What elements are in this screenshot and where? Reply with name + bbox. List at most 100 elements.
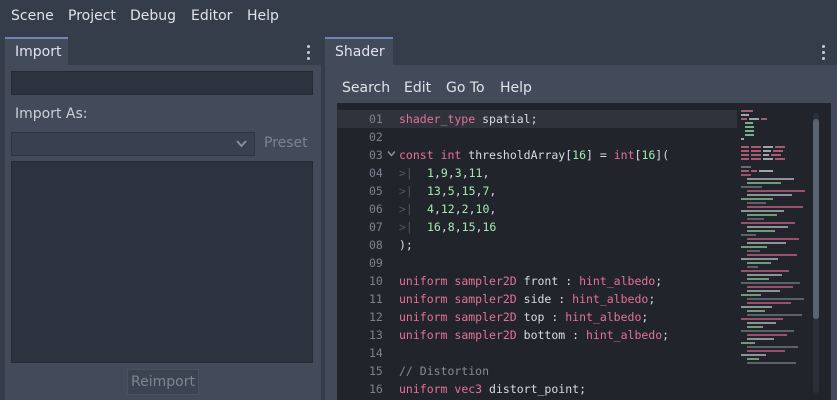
minimap-line <box>747 254 797 256</box>
code-text: 13,5,15,7, <box>427 184 497 198</box>
minimap-line <box>747 286 793 288</box>
shader-menu-goto[interactable]: Go To <box>446 80 485 96</box>
code-editor[interactable]: 01 shader_type spatial; 02 03 const int thre… <box>337 103 831 400</box>
minimap-line <box>751 154 761 156</box>
code-line[interactable]: 04 >| 1,9,3,11, <box>337 164 737 182</box>
preset-button[interactable]: Preset <box>264 135 308 151</box>
minimap-line <box>741 258 778 260</box>
tab-shader[interactable]: Shader <box>325 37 393 65</box>
line-number: 02 <box>369 130 383 144</box>
minimap-line <box>741 166 751 168</box>
minimap-line <box>747 226 788 228</box>
code-line[interactable]: 13 uniform sampler2D bottom : hint_albedo… <box>337 326 737 344</box>
minimap-line <box>741 270 789 272</box>
minimap-line <box>741 114 749 116</box>
minimap-line <box>741 118 747 120</box>
code-line[interactable]: 05 >| 13,5,15,7, <box>337 182 737 200</box>
shader-dock: Shader Search Edit Go To Help 01 shader_t… <box>325 37 837 400</box>
code-text: 1,9,3,11, <box>427 166 490 180</box>
menubar: Scene Project Debug Editor Help <box>0 0 837 34</box>
menu-help[interactable]: Help <box>247 8 279 24</box>
tab-indent-icon: >| <box>399 166 413 180</box>
import-as-select[interactable] <box>11 132 255 156</box>
menu-debug[interactable]: Debug <box>130 8 176 24</box>
code-text: uniform sampler2D bottom : hint_albedo; <box>399 328 670 342</box>
line-number: 03 <box>369 148 383 162</box>
import-file-field[interactable] <box>11 71 313 95</box>
code-line[interactable]: 08); <box>337 236 737 254</box>
minimap-line <box>741 234 756 236</box>
minimap-line <box>759 170 773 172</box>
code-text: // Distortion <box>399 364 490 378</box>
minimap-line <box>771 154 781 156</box>
code-line[interactable]: 16 uniform vec3 distort_point; <box>337 380 737 398</box>
minimap-line <box>741 330 794 332</box>
import-dock: Import Import As: Preset Reimport <box>5 37 321 400</box>
minimap-line <box>741 306 772 308</box>
line-number: 15 <box>369 364 383 378</box>
code-text: 16,8,15,16 <box>427 220 497 234</box>
line-number: 13 <box>369 328 383 342</box>
line-number: 09 <box>369 256 383 270</box>
import-options-panel <box>11 161 313 363</box>
code-minimap[interactable] <box>737 103 811 400</box>
minimap-line <box>741 210 784 212</box>
minimap-line <box>741 246 767 248</box>
code-line[interactable]: 12 uniform sampler2D top : hint_albedo; <box>337 308 737 326</box>
shader-options-icon[interactable] <box>822 45 826 63</box>
minimap-line <box>747 182 781 184</box>
scrollbar-thumb[interactable] <box>813 119 819 319</box>
minimap-line <box>741 354 766 356</box>
line-number: 06 <box>369 202 383 216</box>
shader-menu-search[interactable]: Search <box>342 80 390 96</box>
code-line[interactable]: 06 >| 4,12,2,10, <box>337 200 737 218</box>
tab-indent-icon: >| <box>399 184 413 198</box>
code-line[interactable]: 11 uniform sampler2D side : hint_albedo; <box>337 290 737 308</box>
minimap-line <box>747 346 798 348</box>
code-line[interactable]: 07 >| 16,8,15,16 <box>337 218 737 236</box>
minimap-line <box>747 262 771 264</box>
minimap-line <box>747 314 802 316</box>
minimap-line <box>741 342 755 344</box>
import-panel: Import As: Preset Reimport <box>5 65 321 400</box>
line-number: 11 <box>369 292 383 306</box>
minimap-line <box>751 150 761 152</box>
line-number: 12 <box>369 310 383 324</box>
dock-options-icon[interactable] <box>307 45 311 63</box>
code-text: ); <box>399 238 413 252</box>
shader-menu-edit[interactable]: Edit <box>404 80 431 96</box>
menu-scene[interactable]: Scene <box>11 8 54 24</box>
menu-project[interactable]: Project <box>68 8 116 24</box>
code-line[interactable]: 02 <box>337 128 737 146</box>
minimap-line <box>747 362 796 364</box>
line-number: 07 <box>369 220 383 234</box>
code-line[interactable]: 01 shader_type spatial; <box>337 110 737 128</box>
code-line[interactable]: 10 uniform sampler2D front : hint_albedo; <box>337 272 737 290</box>
code-text: shader_type spatial; <box>399 112 538 126</box>
minimap-line <box>741 282 800 284</box>
line-number: 01 <box>369 112 383 126</box>
code-line[interactable]: 09 <box>337 254 737 272</box>
minimap-line <box>745 130 754 132</box>
minimap-line <box>741 146 749 148</box>
minimap-line <box>747 178 794 180</box>
minimap-line <box>747 350 785 352</box>
minimap-line <box>741 170 749 172</box>
tab-import[interactable]: Import <box>5 37 68 65</box>
minimap-line <box>747 302 791 304</box>
code-line[interactable]: 14 <box>337 344 737 362</box>
fold-arrow-icon[interactable] <box>387 149 396 158</box>
editor-scrollbar[interactable] <box>813 113 819 393</box>
shader-menu-help[interactable]: Help <box>500 80 532 96</box>
reimport-button[interactable]: Reimport <box>127 369 199 395</box>
code-line[interactable]: 03 const int thresholdArray[16] = int[16]… <box>337 146 737 164</box>
minimap-line <box>747 310 765 312</box>
minimap-line <box>747 214 777 216</box>
line-number: 16 <box>369 382 383 396</box>
minimap-line <box>747 278 769 280</box>
code-line[interactable]: 15 // Distortion <box>337 362 737 380</box>
minimap-line <box>747 274 782 276</box>
import-as-label: Import As: <box>15 106 88 122</box>
minimap-line <box>763 154 769 156</box>
menu-editor[interactable]: Editor <box>191 8 232 24</box>
